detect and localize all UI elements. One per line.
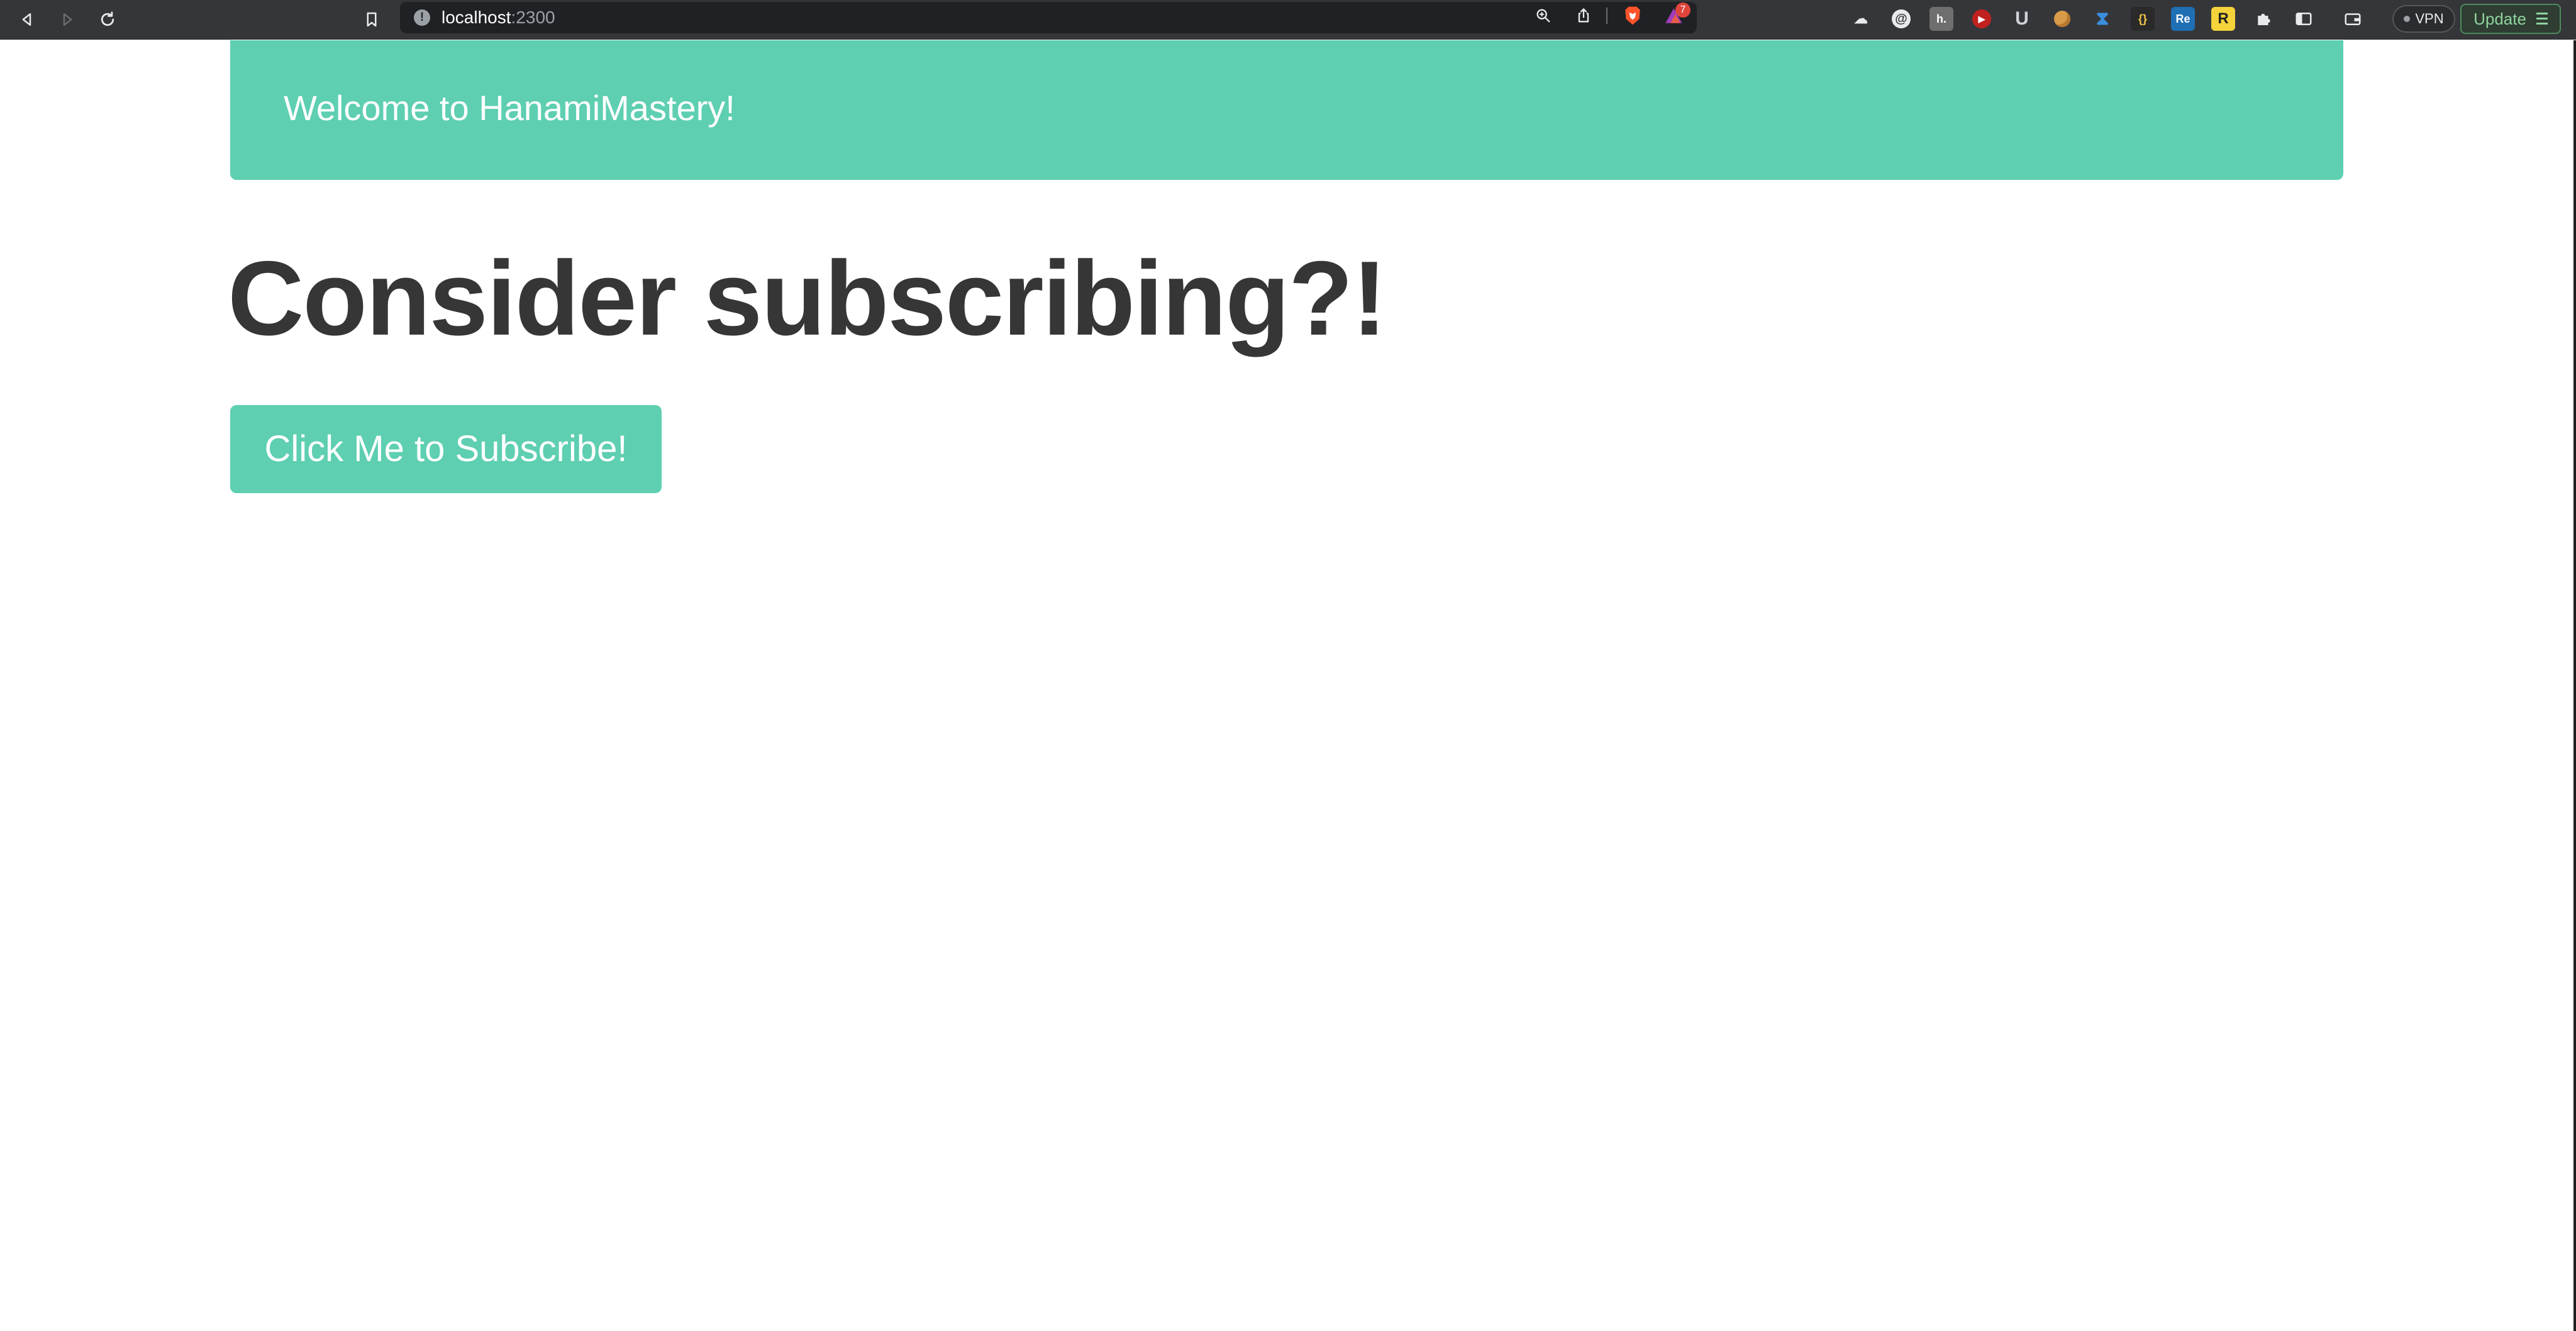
re-extension-icon[interactable]: Re <box>2171 7 2195 31</box>
r-extension-icon[interactable]: R <box>2211 7 2235 31</box>
zoom-icon <box>1536 9 1550 23</box>
wallet-icon[interactable] <box>2341 7 2365 31</box>
bookmark-icon <box>367 12 377 27</box>
cookie-extension-icon[interactable] <box>2050 7 2074 31</box>
info-icon[interactable]: ! <box>414 9 430 26</box>
update-label: Update <box>2473 9 2526 28</box>
url-text[interactable]: localhost:2300 <box>441 8 555 28</box>
youtube-extension-icon[interactable]: ▶ <box>1970 7 1994 31</box>
window-right-edge <box>2573 40 2576 1331</box>
puzzle-extension-icon[interactable] <box>2251 7 2275 31</box>
back-button[interactable] <box>13 5 42 34</box>
share-button[interactable] <box>1574 6 1594 26</box>
vpn-button[interactable]: VPN <box>2392 5 2455 33</box>
reload-button[interactable] <box>93 5 122 34</box>
vpn-status-dot <box>2404 16 2411 22</box>
url-port: :2300 <box>511 8 555 27</box>
u-extension-icon[interactable]: U <box>2010 7 2034 31</box>
zoom-button[interactable] <box>1533 6 1553 26</box>
share-icon <box>1578 8 1589 23</box>
vpn-label: VPN <box>2415 11 2444 26</box>
brave-shields-icon[interactable] <box>1623 5 1643 26</box>
welcome-text: Welcome to HanamiMastery! <box>284 88 735 128</box>
hourglass-extension-icon[interactable]: ⧗ <box>2090 7 2114 31</box>
vimeo-extension-icon[interactable]: @ <box>1889 7 1913 31</box>
address-bar[interactable]: ! localhost:2300 <box>400 2 1697 33</box>
forward-icon <box>63 13 72 26</box>
page-content: Welcome to HanamiMastery! Consider subsc… <box>0 40 2576 1331</box>
url-host: localhost <box>441 8 511 27</box>
menu-icon <box>2536 13 2548 25</box>
sidebar-toggle-icon[interactable] <box>2292 7 2316 31</box>
hypothesis-extension-icon[interactable]: h. <box>1929 7 1953 31</box>
cloud-extension-icon[interactable]: ☁ <box>1849 7 1873 31</box>
browser-toolbar: ! localhost:2300 7 ☁ @ h. ▶ U ⧗ {} Re R … <box>0 0 2576 40</box>
subscribe-button[interactable]: Click Me to Subscribe! <box>230 405 662 493</box>
json-extension-icon[interactable]: {} <box>2131 7 2155 31</box>
page-headline: Consider subscribing?! <box>228 239 1387 357</box>
forward-button[interactable] <box>53 5 82 34</box>
welcome-banner: Welcome to HanamiMastery! <box>230 40 2343 180</box>
omnibox-separator <box>1606 8 1607 24</box>
update-button[interactable]: Update <box>2460 4 2561 34</box>
rewards-badge: 7 <box>1675 3 1690 18</box>
bookmark-button[interactable] <box>357 5 386 34</box>
reload-icon <box>101 11 114 26</box>
back-icon <box>22 13 31 26</box>
